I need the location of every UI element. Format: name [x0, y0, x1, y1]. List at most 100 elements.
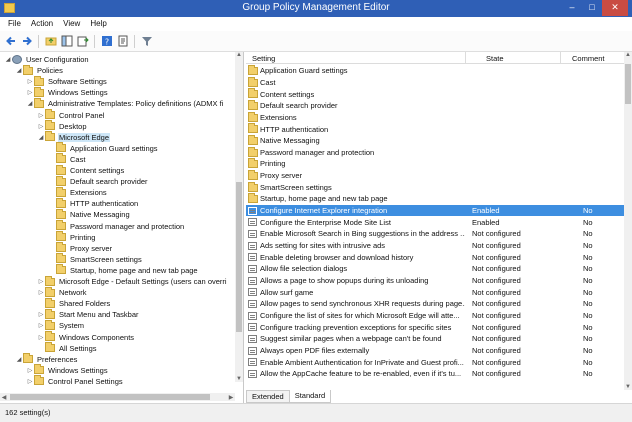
tree-node[interactable]: ▷ Windows Settings: [26, 364, 109, 376]
tree-node[interactable]: Application Guard settings: [48, 142, 159, 154]
list-item-policy[interactable]: Enable deleting browser and download his…: [246, 251, 624, 263]
tree-node[interactable]: Default search provider: [48, 175, 149, 187]
forward-icon[interactable]: [19, 34, 34, 49]
tree-node[interactable]: ▷ Microsoft Edge - Default Settings (user…: [37, 275, 228, 287]
tree-scroll-thumb[interactable]: [236, 182, 242, 332]
tree-node[interactable]: Printing: [48, 231, 96, 243]
list-item-folder[interactable]: Application Guard settings: [246, 65, 624, 77]
tree-node[interactable]: ◢ Preferences: [15, 353, 78, 365]
list-item-folder[interactable]: Content settings: [246, 88, 624, 100]
list-item-policy[interactable]: Configure the list of sites for which Mi…: [246, 310, 624, 322]
tree-horizontal-scrollbar[interactable]: ◀ ▶: [0, 393, 235, 401]
column-divider[interactable]: [465, 52, 466, 64]
show-hide-tree-icon[interactable]: [59, 34, 74, 49]
tree-node[interactable]: HTTP authentication: [48, 197, 139, 209]
tree-node[interactable]: ◢ User Configuration: [4, 54, 90, 65]
tree-node[interactable]: ▷ Control Panel Settings: [26, 375, 124, 387]
menu-file[interactable]: File: [4, 17, 27, 31]
column-setting[interactable]: Setting: [252, 54, 275, 63]
tree-node[interactable]: Proxy server: [48, 242, 113, 254]
list-item-folder[interactable]: Cast: [246, 76, 624, 89]
column-divider[interactable]: [560, 52, 561, 64]
tab-extended[interactable]: Extended: [246, 390, 290, 403]
export-list-icon[interactable]: [75, 34, 90, 49]
list-item-policy[interactable]: Configure tracking prevention exceptions…: [246, 321, 624, 333]
filter-icon[interactable]: [139, 34, 154, 49]
scroll-right-icon[interactable]: ▶: [227, 394, 235, 401]
list-item-policy[interactable]: Allow pages to send synchronous XHR requ…: [246, 298, 624, 310]
list-item-folder[interactable]: Printing: [246, 158, 624, 170]
tree-node[interactable]: ◢ Policies: [15, 64, 64, 76]
list-item-policy[interactable]: Configure the Enterprise Mode Site List E…: [246, 216, 624, 228]
list-item-policy[interactable]: Allow file selection dialogs Not configur…: [246, 263, 624, 275]
list-item-policy[interactable]: Allow the AppCache feature to be re-enab…: [246, 368, 624, 380]
expanded-arrow-icon[interactable]: ◢: [15, 67, 23, 74]
tree-node[interactable]: Startup, home page and new tab page: [48, 264, 199, 276]
tree-node[interactable]: Cast: [48, 153, 86, 165]
tree-node[interactable]: ▷ Software Settings: [26, 75, 108, 87]
column-state[interactable]: State: [486, 54, 504, 63]
tree-node[interactable]: ▷ Start Menu and Taskbar: [37, 308, 140, 320]
minimize-button[interactable]: –: [562, 0, 582, 16]
scroll-up-icon[interactable]: ▲: [235, 52, 243, 58]
list-item-folder[interactable]: SmartScreen settings: [246, 181, 624, 194]
up-folder-icon[interactable]: [43, 34, 58, 49]
list-item-folder[interactable]: Proxy server: [246, 169, 624, 182]
list-item-folder[interactable]: Startup, home page and new tab page: [246, 193, 624, 205]
menu-help[interactable]: Help: [86, 17, 112, 31]
tree-node[interactable]: Native Messaging: [48, 208, 131, 220]
list-item-folder[interactable]: Native Messaging: [246, 134, 624, 147]
back-icon[interactable]: [3, 34, 18, 49]
tree-node[interactable]: ▷ Windows Components: [37, 331, 135, 343]
list-item-policy[interactable]: Enable Ambient Authentication for InPriv…: [246, 356, 624, 368]
tree-node[interactable]: ◢ Microsoft Edge: [37, 131, 111, 143]
list-item-policy[interactable]: Always open PDF files externally Not conf…: [246, 345, 624, 357]
expanded-arrow-icon[interactable]: ◢: [26, 100, 34, 107]
collapsed-arrow-icon[interactable]: ▷: [26, 78, 34, 85]
tree-node[interactable]: ▷ System: [37, 319, 85, 331]
collapsed-arrow-icon[interactable]: ▷: [37, 112, 45, 119]
tree-node[interactable]: ▷ Control Panel: [37, 109, 105, 121]
tree-node[interactable]: ▷ Windows Settings: [26, 86, 109, 98]
scroll-down-icon[interactable]: ▼: [235, 376, 243, 382]
tree-node[interactable]: SmartScreen settings: [48, 253, 143, 265]
list-item-policy[interactable]: Allows a page to show popups during its …: [246, 275, 624, 287]
close-button[interactable]: ✕: [602, 0, 628, 16]
tree-node[interactable]: Extensions: [48, 186, 108, 198]
scroll-up-icon[interactable]: ▲: [624, 52, 632, 58]
column-comment[interactable]: Comment: [572, 54, 605, 63]
tree-hscroll-thumb[interactable]: [10, 394, 210, 400]
list-scroll-thumb[interactable]: [625, 64, 631, 104]
menu-action[interactable]: Action: [27, 17, 59, 31]
tree-node[interactable]: ▷ Desktop: [37, 120, 88, 132]
list-item-folder[interactable]: HTTP authentication: [246, 123, 624, 135]
tree-node[interactable]: All Settings: [37, 342, 98, 354]
maximize-button[interactable]: □: [582, 0, 602, 16]
tree-node[interactable]: Shared Folders: [37, 297, 111, 309]
collapsed-arrow-icon[interactable]: ▷: [37, 123, 45, 130]
tree-node[interactable]: Password manager and protection: [48, 220, 185, 232]
help-icon[interactable]: ?: [99, 34, 114, 49]
list-item-policy[interactable]: Enable Microsoft Search in Bing suggesti…: [246, 228, 624, 240]
collapsed-arrow-icon[interactable]: ▷: [26, 89, 34, 96]
collapsed-arrow-icon[interactable]: ▷: [37, 322, 45, 329]
list-item-folder[interactable]: Password manager and protection: [246, 146, 624, 159]
list-item-folder[interactable]: Default search provider: [246, 99, 624, 112]
collapsed-arrow-icon[interactable]: ▷: [37, 289, 45, 296]
collapsed-arrow-icon[interactable]: ▷: [26, 367, 34, 374]
tree-node[interactable]: ▷ Network: [37, 286, 88, 298]
list-item-policy[interactable]: Configure Internet Explorer integration E…: [246, 204, 624, 217]
list-item-policy[interactable]: Allow surf game Not configured No: [246, 286, 624, 298]
expanded-arrow-icon[interactable]: ◢: [37, 134, 45, 141]
collapsed-arrow-icon[interactable]: ▷: [37, 334, 45, 341]
collapsed-arrow-icon[interactable]: ▷: [37, 278, 45, 285]
properties-icon[interactable]: [115, 34, 130, 49]
collapsed-arrow-icon[interactable]: ▷: [37, 311, 45, 318]
list-item-policy[interactable]: Ads setting for sites with intrusive ads…: [246, 240, 624, 252]
tab-standard[interactable]: Standard: [288, 390, 332, 403]
scroll-down-icon[interactable]: ▼: [624, 384, 632, 390]
expanded-arrow-icon[interactable]: ◢: [4, 56, 12, 63]
menu-view[interactable]: View: [59, 17, 86, 31]
scroll-left-icon[interactable]: ◀: [0, 394, 8, 401]
list-item-folder[interactable]: Extensions: [246, 111, 624, 124]
